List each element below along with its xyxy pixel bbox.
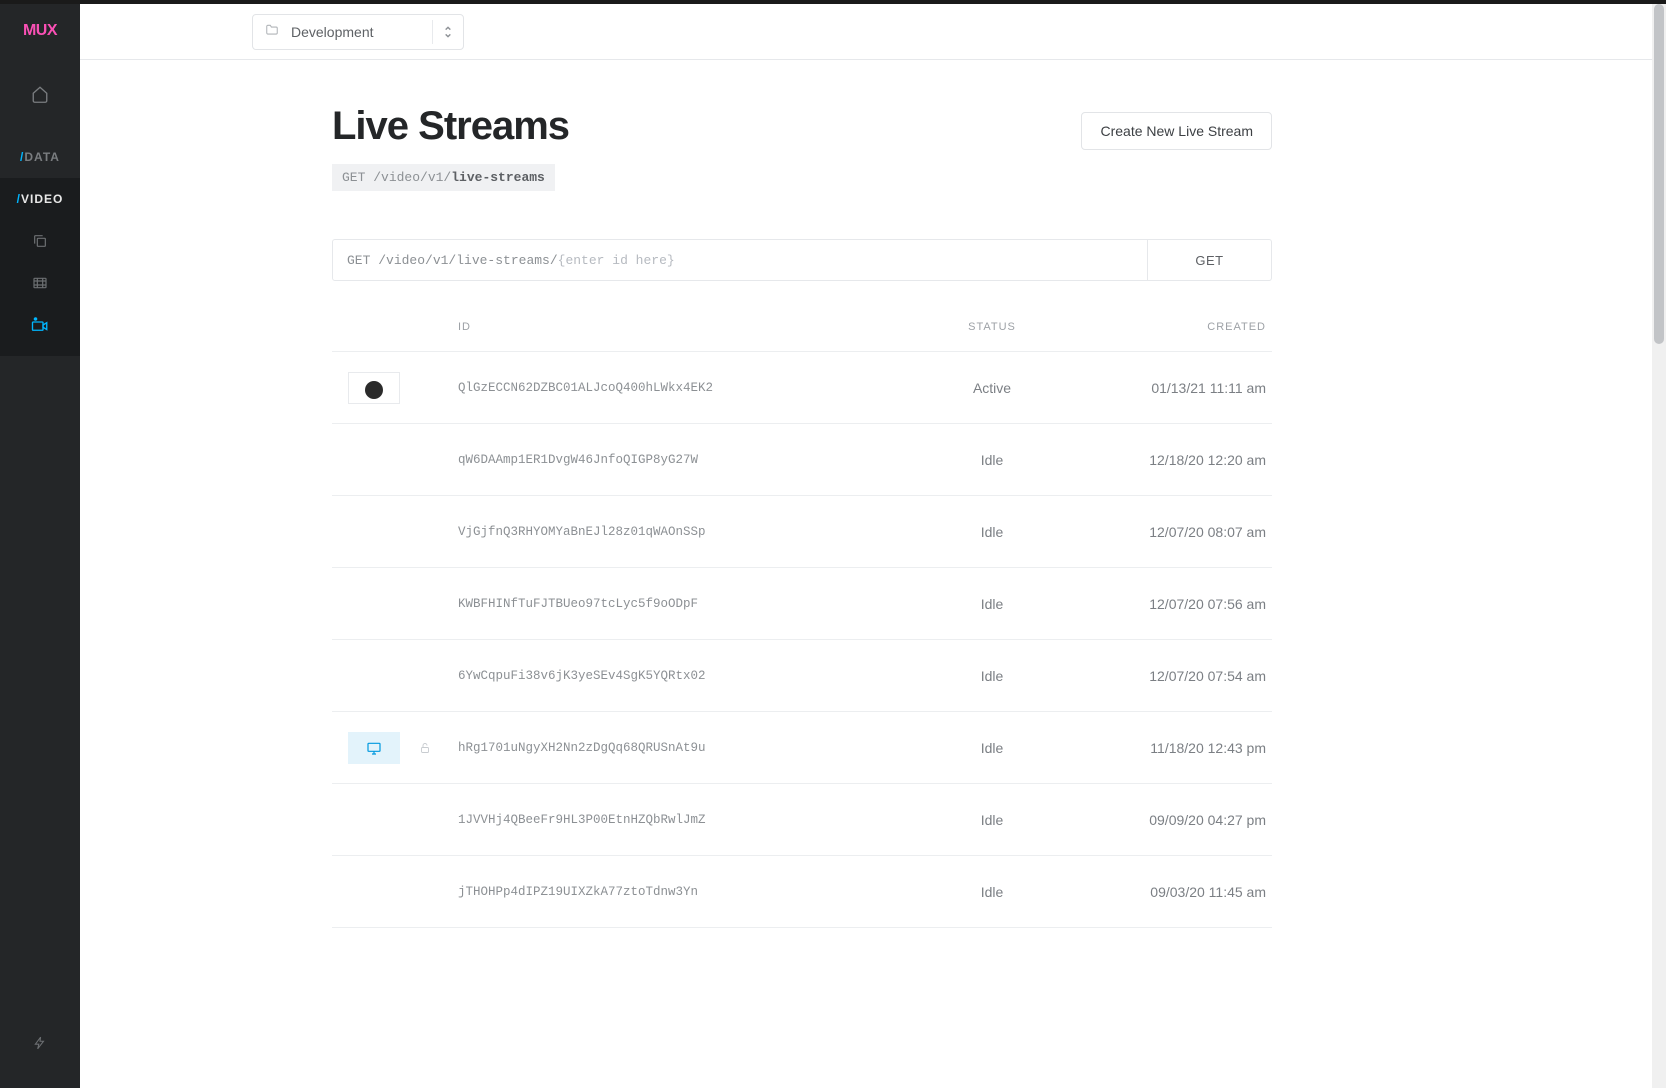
nav-section-video[interactable]: /VIDEO	[0, 178, 80, 220]
table-row[interactable]: jTHOHPp4dIPZ19UIXZkA77ztoTdnw3YnIdle09/0…	[332, 856, 1272, 928]
stream-created: 12/07/20 08:07 am	[1072, 524, 1272, 540]
monitor-icon	[366, 741, 382, 755]
logo[interactable]: MUX	[23, 22, 57, 40]
stream-status: Idle	[912, 812, 1072, 828]
scrollbar-track[interactable]	[1652, 4, 1666, 1088]
environment-label: Development	[291, 24, 420, 40]
nav-settings[interactable]	[0, 1022, 80, 1064]
stream-status: Idle	[912, 596, 1072, 612]
stream-thumbnail	[348, 732, 400, 764]
sidebar: MUX /DATA /VIDEO	[0, 0, 80, 1088]
bolt-icon	[33, 1035, 47, 1051]
table-row[interactable]: qW6DAAmp1ER1DvgW46JnfoQIGP8yG27WIdle12/1…	[332, 424, 1272, 496]
stream-created: 09/09/20 04:27 pm	[1072, 812, 1272, 828]
stream-thumbnail	[348, 372, 400, 404]
column-header-id: ID	[458, 321, 912, 333]
stream-status: Idle	[912, 452, 1072, 468]
nav-video[interactable]	[0, 262, 80, 304]
table-row[interactable]: QlGzECCN62DZBC01ALJcoQ400hLWkx4EK2Active…	[332, 352, 1272, 424]
stream-status: Idle	[912, 740, 1072, 756]
table-row[interactable]: KWBFHINfTuFJTBUeo97tcLyc5f9oODpFIdle12/0…	[332, 568, 1272, 640]
table-row[interactable]: 1JVVHj4QBeeFr9HL3P00EtnHZQbRwlJmZIdle09/…	[332, 784, 1272, 856]
table-row[interactable]: 6YwCqpuFi38v6jK3yeSEv4SgK5YQRtx02Idle12/…	[332, 640, 1272, 712]
stream-id: qW6DAAmp1ER1DvgW46JnfoQIGP8yG27W	[458, 453, 912, 467]
folder-icon	[265, 23, 279, 40]
stream-created: 12/07/20 07:56 am	[1072, 596, 1272, 612]
nav-home[interactable]	[0, 70, 80, 118]
create-live-stream-button[interactable]: Create New Live Stream	[1081, 112, 1272, 150]
table-row[interactable]: VjGjfnQ3RHYOMYaBnEJl28z01qWAOnSSpIdle12/…	[332, 496, 1272, 568]
live-streams-table: ID STATUS CREATED QlGzECCN62DZBC01ALJcoQ…	[332, 301, 1272, 928]
api-path-badge: GET /video/v1/live-streams	[332, 164, 555, 191]
stream-id: 1JVVHj4QBeeFr9HL3P00EtnHZQbRwlJmZ	[458, 813, 912, 827]
filter-get-button[interactable]: GET	[1147, 240, 1271, 280]
stream-created: 11/18/20 12:43 pm	[1072, 740, 1272, 756]
stream-created: 09/03/20 11:45 am	[1072, 884, 1272, 900]
nav-assets[interactable]	[0, 220, 80, 262]
nav-section-data[interactable]: /DATA	[0, 136, 80, 178]
nav-live-streams[interactable]	[0, 304, 80, 346]
column-header-created: CREATED	[1072, 321, 1272, 333]
stream-id: QlGzECCN62DZBC01ALJcoQ400hLWkx4EK2	[458, 381, 912, 395]
copy-icon	[32, 233, 48, 249]
chevron-updown-icon	[432, 20, 453, 44]
table-row[interactable]: hRg1701uNgyXH2Nn2zDgQq68QRUSnAt9uIdle11/…	[332, 712, 1272, 784]
environment-selector[interactable]: Development	[252, 14, 464, 50]
table-header: ID STATUS CREATED	[332, 301, 1272, 352]
stream-id: 6YwCqpuFi38v6jK3yeSEv4SgK5YQRtx02	[458, 669, 912, 683]
filter-input[interactable]: GET /video/v1/live-streams/{enter id her…	[333, 240, 1147, 280]
stream-created: 01/13/21 11:11 am	[1072, 380, 1272, 396]
stream-status: Idle	[912, 524, 1072, 540]
stream-status: Idle	[912, 668, 1072, 684]
camera-icon	[31, 317, 49, 333]
stream-status: Active	[912, 380, 1072, 396]
stream-status: Idle	[912, 884, 1072, 900]
stream-id: KWBFHINfTuFJTBUeo97tcLyc5f9oODpF	[458, 597, 912, 611]
stream-id: hRg1701uNgyXH2Nn2zDgQq68QRUSnAt9u	[458, 741, 912, 755]
stream-created: 12/18/20 12:20 am	[1072, 452, 1272, 468]
scrollbar-thumb[interactable]	[1654, 4, 1664, 344]
filter-bar: GET /video/v1/live-streams/{enter id her…	[332, 239, 1272, 281]
column-header-status: STATUS	[912, 321, 1072, 333]
lock-icon	[410, 741, 440, 755]
topbar: Development	[80, 4, 1666, 60]
stream-id: VjGjfnQ3RHYOMYaBnEJl28z01qWAOnSSp	[458, 525, 912, 539]
page-title: Live Streams	[332, 104, 569, 149]
film-icon	[32, 275, 48, 291]
home-icon	[31, 85, 49, 103]
stream-created: 12/07/20 07:54 am	[1072, 668, 1272, 684]
stream-id: jTHOHPp4dIPZ19UIXZkA77ztoTdnw3Yn	[458, 885, 912, 899]
